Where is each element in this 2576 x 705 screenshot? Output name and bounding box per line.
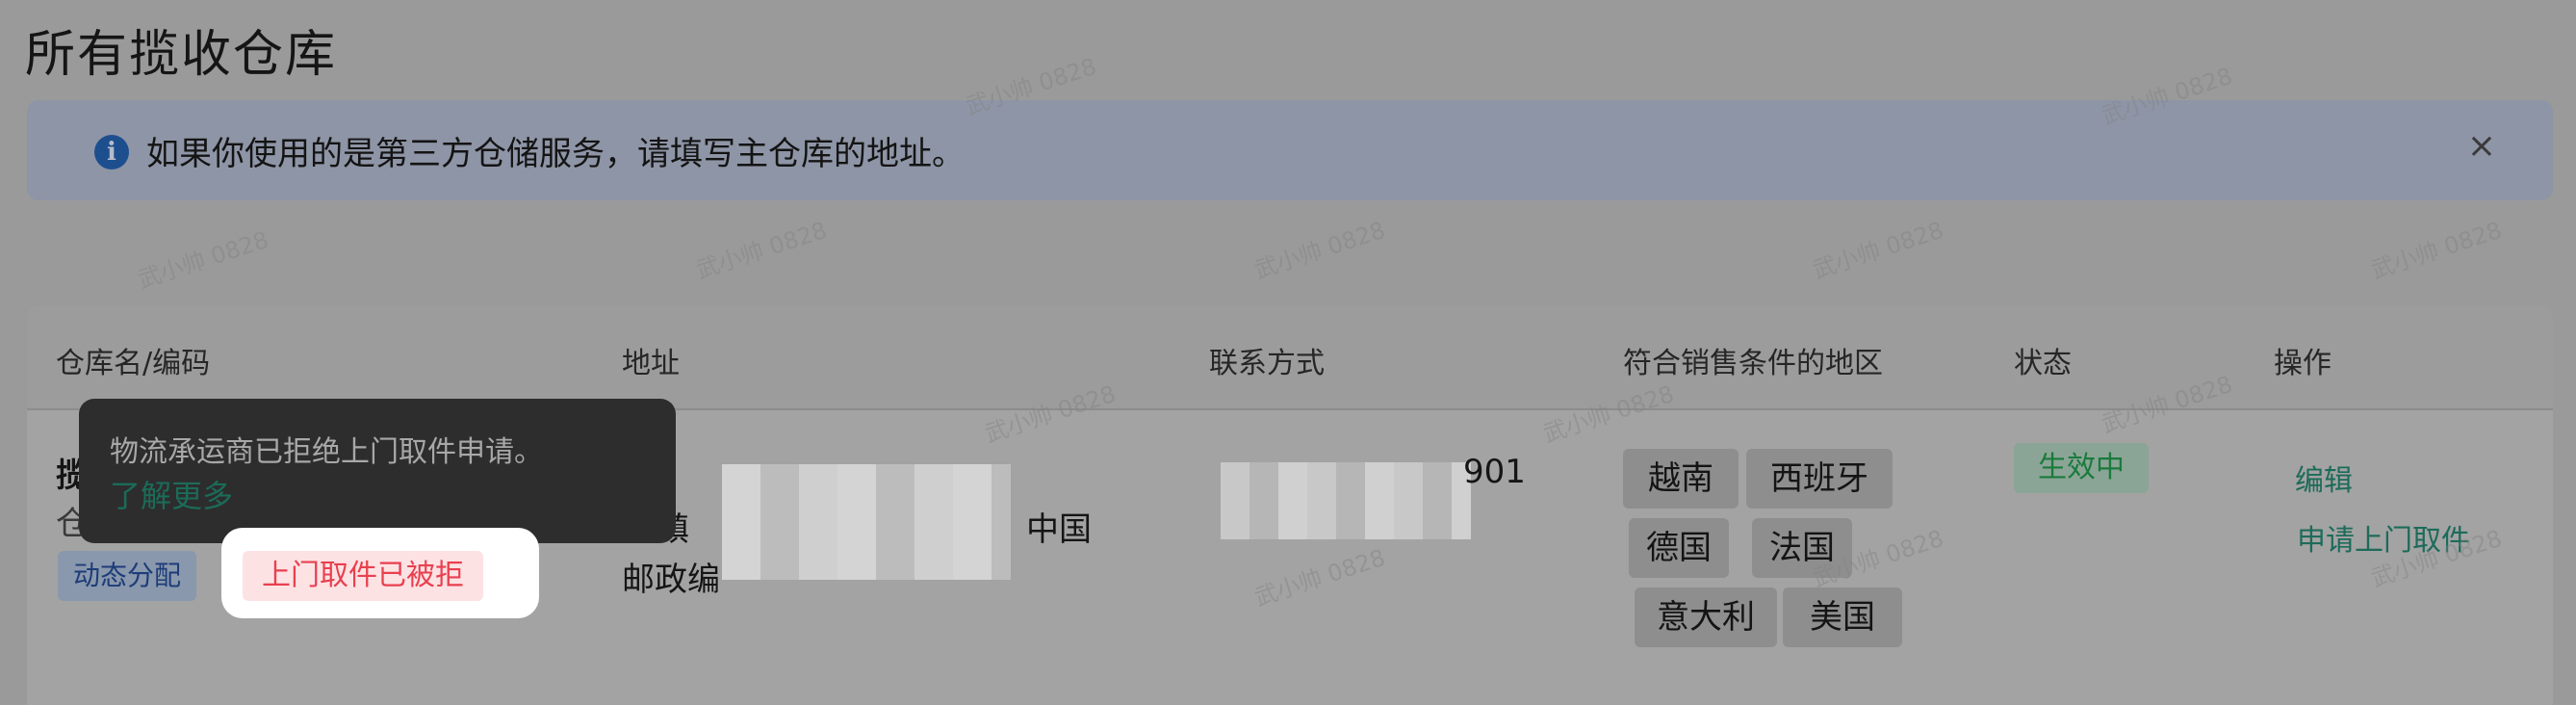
contact-blur (1221, 462, 1471, 539)
col-header-address: 地址 (622, 347, 680, 380)
watermark: 武小帅 0828 (1250, 216, 1389, 284)
tooltip (79, 399, 676, 543)
status-badge: 生效中 (2014, 443, 2149, 493)
watermark: 武小帅 0828 (1809, 216, 1947, 284)
watermark: 武小帅 0828 (2367, 216, 2506, 284)
edit-link[interactable]: 编辑 (2295, 457, 2353, 499)
address-line-3: 邮政编 (622, 561, 720, 599)
dynamic-allocation-tag: 动态分配 (58, 551, 197, 601)
watermark: 武小帅 0828 (134, 225, 272, 294)
col-header-regions: 符合销售条件的地区 (1623, 347, 1883, 380)
close-icon[interactable]: × (2466, 129, 2497, 164)
col-header-status: 状态 (2014, 347, 2072, 380)
info-icon: i (94, 135, 129, 170)
tooltip-text: 物流承运商已拒绝上门取件申请。 (110, 435, 543, 469)
region-tag: 美国 (1783, 588, 1902, 647)
contact-phone: 901 (1463, 453, 1526, 491)
learn-more-link[interactable]: 了解更多 (110, 472, 233, 516)
region-tag: 西班牙 (1746, 449, 1893, 509)
alert-text: 如果你使用的是第三方仓储服务，请填写主仓库的地址。 (146, 135, 965, 173)
region-tag: 德国 (1629, 518, 1729, 578)
address-blur (722, 464, 1011, 580)
info-alert: i 如果你使用的是第三方仓储服务，请填写主仓库的地址。 (27, 100, 2553, 200)
col-header-contact: 联系方式 (1209, 347, 1325, 380)
page-title: 所有揽收仓库 (25, 26, 338, 84)
pickup-rejected-tag[interactable]: 上门取件已被拒 (243, 551, 483, 601)
col-header-actions: 操作 (2274, 347, 2331, 380)
watermark: 武小帅 0828 (692, 216, 831, 284)
address-country: 中国 (1026, 510, 1092, 549)
col-header-name: 仓库名/编码 (56, 347, 211, 380)
region-tag: 越南 (1623, 449, 1739, 509)
region-tag: 意大利 (1635, 588, 1777, 647)
